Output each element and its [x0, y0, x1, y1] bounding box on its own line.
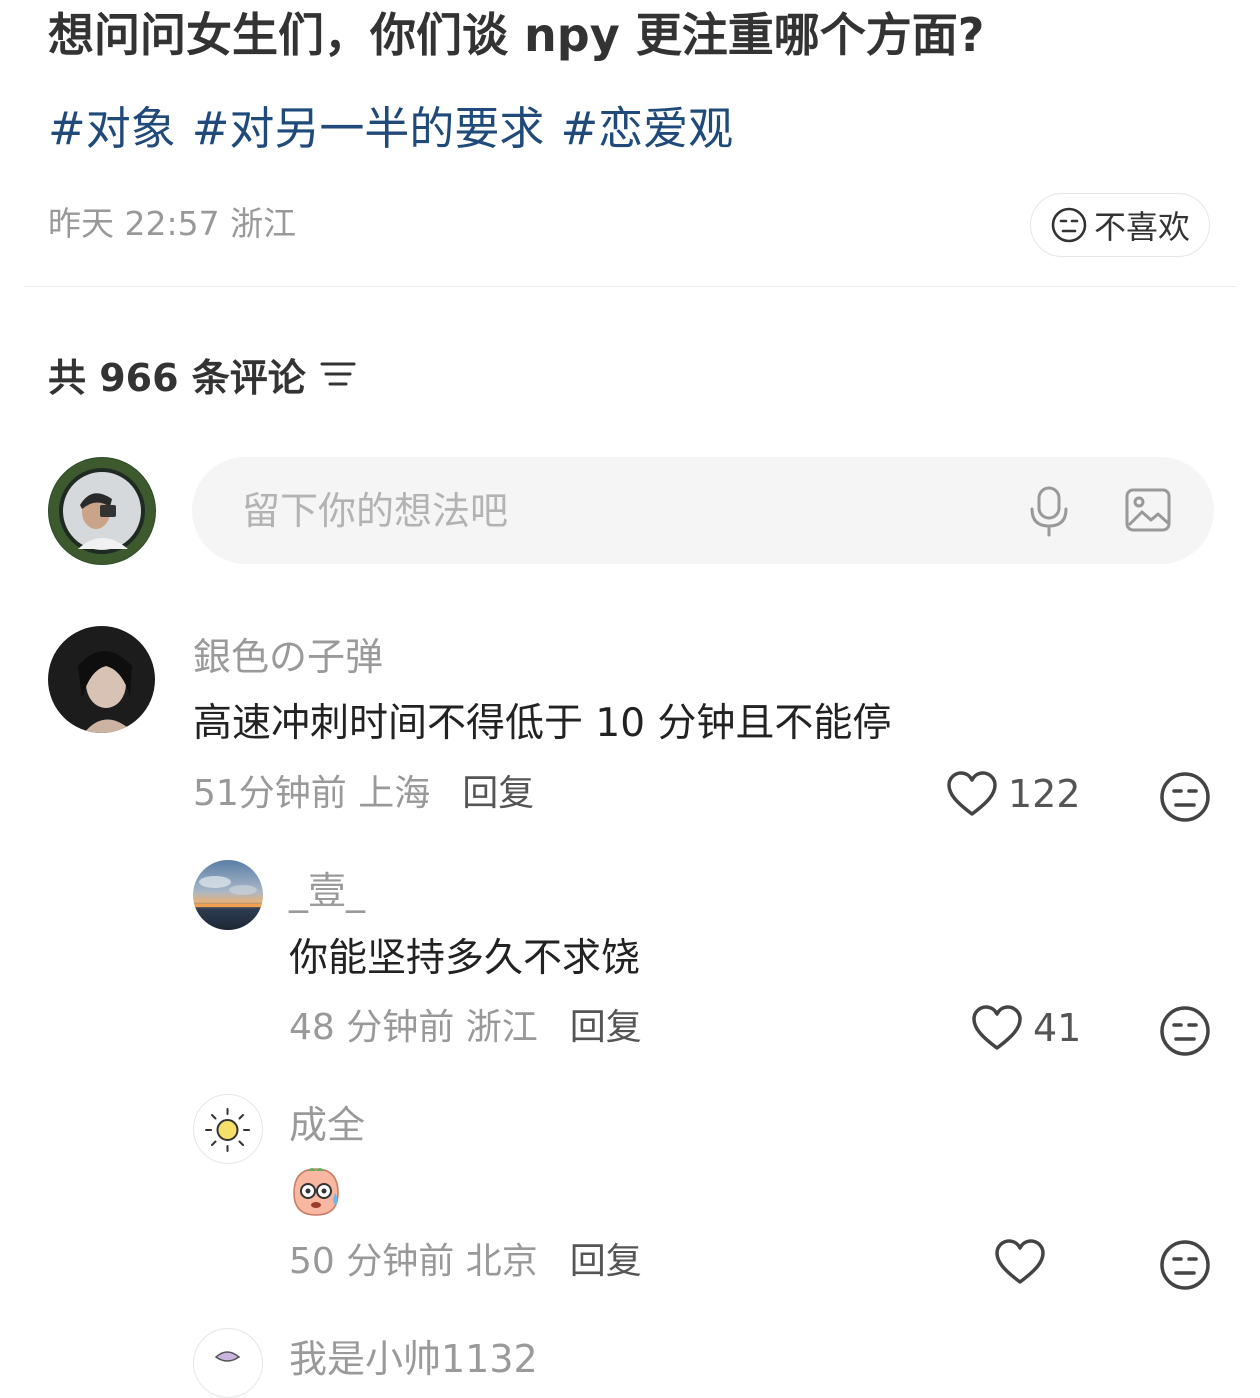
- like-button[interactable]: 122: [946, 770, 1081, 818]
- post-title: 想问问女生们，你们谈 npy 更注重哪个方面?: [48, 8, 985, 62]
- avatar[interactable]: [48, 626, 155, 733]
- tag-item[interactable]: #恋爱观: [560, 98, 733, 160]
- microphone-icon[interactable]: [1028, 485, 1070, 537]
- comment-time: 50 分钟前 北京: [289, 1241, 538, 1282]
- comment-meta: 50 分钟前 北京 回复: [289, 1237, 642, 1287]
- dislike-icon[interactable]: [1158, 1004, 1212, 1058]
- post-meta: 昨天 22:57 浙江: [48, 204, 297, 243]
- avatar[interactable]: [193, 1328, 263, 1398]
- avatar[interactable]: [193, 1094, 263, 1164]
- reply-button[interactable]: 回复: [570, 1237, 642, 1287]
- comment-count-row: 共 966 条评论: [48, 346, 356, 402]
- comment-time: 51分钟前 上海: [193, 773, 431, 814]
- comment-text: 高速冲刺时间不得低于 10 分钟且不能停: [193, 701, 892, 746]
- dislike-icon[interactable]: [1158, 1238, 1212, 1292]
- avatar[interactable]: [193, 860, 263, 930]
- divider: [24, 286, 1236, 287]
- comment-input-box[interactable]: [192, 457, 1214, 564]
- dislike-label: 不喜欢: [1093, 208, 1190, 246]
- comment-author[interactable]: 我是小帅1132: [289, 1334, 538, 1384]
- dislike-icon[interactable]: [1158, 770, 1212, 824]
- tag-item[interactable]: #对象: [48, 98, 176, 160]
- comment-meta: 51分钟前 上海 回复: [193, 769, 534, 819]
- comment-count: 共 966 条评论: [48, 355, 306, 400]
- like-count: 41: [1033, 1006, 1082, 1050]
- reply-button[interactable]: 回复: [570, 1003, 642, 1053]
- sun-icon: [205, 1108, 250, 1152]
- comment-meta: 48 分钟前 浙江 回复: [289, 1003, 642, 1053]
- comment-input[interactable]: [240, 487, 1004, 534]
- heart-icon: [995, 1239, 1045, 1284]
- comment-author[interactable]: 銀色の子弹: [193, 632, 383, 682]
- neutral-face-icon: [1051, 207, 1087, 243]
- heart-icon: [972, 1005, 1022, 1050]
- comment-author[interactable]: _壹_: [289, 866, 365, 916]
- reply-button[interactable]: 回复: [462, 769, 534, 819]
- image-icon[interactable]: [1124, 487, 1172, 533]
- comment-time: 48 分钟前 浙江: [289, 1007, 538, 1048]
- tag-list: #对象 #对另一半的要求 #恋爱观: [48, 98, 733, 160]
- sweat-emoji-icon: [293, 1168, 339, 1216]
- heart-icon: [947, 771, 997, 816]
- like-button[interactable]: 41: [971, 1004, 1081, 1052]
- like-button[interactable]: [994, 1238, 1056, 1286]
- comment-author[interactable]: 成全: [289, 1100, 365, 1150]
- dislike-button[interactable]: 不喜欢: [1030, 193, 1210, 257]
- my-avatar[interactable]: [48, 457, 156, 565]
- tag-item[interactable]: #对另一半的要求: [192, 98, 545, 160]
- comment-text: 你能坚持多久不求饶: [289, 936, 641, 981]
- like-count: 122: [1008, 772, 1081, 816]
- filter-icon[interactable]: [320, 359, 356, 389]
